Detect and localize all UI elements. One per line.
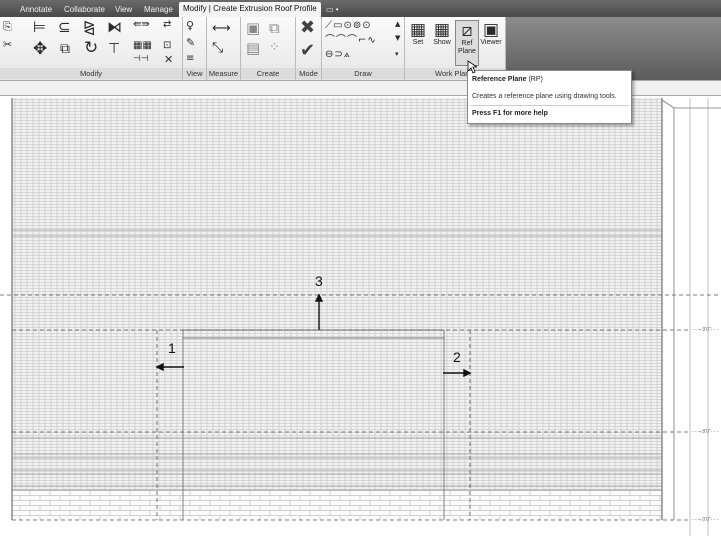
viewer-icon: ▣ [482, 20, 500, 40]
rotate-icon[interactable]: ↻ [84, 40, 98, 57]
tooltip-shortcut: (RP) [528, 76, 543, 83]
panel-label-create: Create [241, 68, 295, 79]
draw-arc-icons[interactable]: ⌒⌒⌒⌐∿ [325, 36, 377, 46]
trim-extend-icon[interactable]: ⊤ [108, 42, 120, 56]
draw-expand-icon[interactable]: ▾ [395, 51, 399, 58]
scale-icon[interactable]: ⊡ [163, 41, 171, 51]
mouse-cursor-icon [467, 60, 477, 74]
tab-view[interactable]: View [111, 3, 136, 17]
tab-manage[interactable]: Manage [140, 3, 177, 17]
draw-scroll-up-icon[interactable]: ▲ [395, 21, 400, 28]
panel-create: ▣ ⧉ ▤ ⁘ Create [241, 17, 296, 80]
align-icon[interactable]: ⊨ [33, 20, 46, 35]
callout-3: 3 [315, 273, 323, 289]
panel-label-mode: Mode [296, 68, 321, 79]
linework-icon[interactable]: ≡ [186, 54, 194, 64]
paste-icon[interactable]: ⎘ [3, 21, 12, 32]
elevation-drawing: 1 2 3 - - ¬ 9'0"- - - - - ¬ 8'0"- - - - … [0, 98, 721, 536]
panel-modify: ⎘ ✂ ⊨ ⊆ ⧎ ⧑ ⇚⇛ ⇄ ✥ ⧉ ↻ ⊤ ▦▦ ⊡ ⊣⊣ ✕ Modif… [0, 17, 183, 80]
close-icon[interactable]: ✖ [300, 19, 315, 37]
panel-draw: ⟋▭⊙⊚⊙ ⌒⌒⌒⌐∿ ⊖⊃⟑ ▲ ▼ ▾ Draw [322, 17, 405, 80]
tooltip-divider [470, 105, 629, 106]
panel-view: ♀ ✎ ≡ View [183, 17, 207, 80]
wall-hatch [12, 98, 662, 490]
draw-scroll-down-icon[interactable]: ▼ [395, 35, 400, 42]
tab-modify-create-extrusion-roof-profile[interactable]: Modify | Create Extrusion Roof Profile [179, 2, 321, 17]
set-work-plane-button[interactable]: ▦ Set [407, 20, 429, 64]
draw-line-rect-polygon-icons[interactable]: ⟋▭⊙⊚⊙ [325, 21, 372, 31]
draw-ellipse-pick-icons[interactable]: ⊖⊃⟑ [325, 50, 351, 60]
panel-mode: ✖ ✔ Mode [296, 17, 322, 80]
foundation-hatch [12, 490, 662, 520]
level-tag-middle: - - ¬ 8'0"- - - [692, 429, 719, 435]
cut-icon[interactable]: ✂ [3, 39, 12, 50]
drawing-canvas[interactable]: 1 2 3 - - ¬ 9'0"- - - - - ¬ 8'0"- - - - … [0, 96, 721, 536]
dimension-icon[interactable]: ⤡ [212, 41, 223, 55]
viewer-button[interactable]: ▣ Viewer [479, 20, 503, 64]
ribbon-tab-bar: Annotate Collaborate View Manage Modify … [0, 0, 721, 17]
ref-plane-tooltip: Reference Plane (RP) Creates a reference… [467, 70, 632, 124]
tab-options-toggle[interactable]: ▭ • [322, 3, 343, 17]
panel-measure: ⟷ ⤡ Measure [207, 17, 241, 80]
panel-label-view: View [183, 68, 206, 79]
callout-2: 2 [453, 349, 461, 365]
create-similar-icon[interactable]: ▤ [246, 41, 260, 56]
tooltip-help: Press F1 for more help [472, 110, 548, 117]
mirror-axis-icon[interactable]: ⧎ [83, 20, 96, 35]
tooltip-description: Creates a reference plane using drawing … [472, 93, 617, 100]
copy-icon[interactable]: ⧉ [60, 42, 70, 56]
panel-label-draw: Draw [322, 68, 404, 79]
check-icon[interactable]: ✔ [300, 42, 315, 60]
level-tag-upper: - - ¬ 9'0"- - - [692, 327, 719, 333]
pin-icon[interactable]: ⊣⊣ [133, 55, 149, 64]
grid-plane-icon: ▦ [409, 20, 427, 40]
pencil-icon[interactable]: ✎ [186, 37, 195, 48]
move-icon[interactable]: ✥ [33, 41, 47, 58]
parts-icon[interactable]: ⁘ [269, 41, 280, 54]
light-bulb-icon[interactable]: ♀ [186, 20, 194, 31]
show-plane-icon: ▦ [433, 20, 451, 40]
split-gap-icon[interactable]: ⇄ [163, 20, 171, 30]
roof-edge [661, 99, 721, 520]
callout-1: 1 [168, 340, 176, 356]
tooltip-title: Reference Plane [472, 76, 527, 83]
show-work-plane-button[interactable]: ▦ Show [431, 20, 453, 64]
offset-icon[interactable]: ⊆ [58, 20, 71, 35]
level-tag-lower: - - ¬ 0'0"- - - [692, 517, 719, 523]
group-icon[interactable]: ⧉ [269, 21, 280, 36]
tab-annotate[interactable]: Annotate [16, 3, 56, 17]
component-icon[interactable]: ▣ [246, 21, 260, 36]
tab-collaborate[interactable]: Collaborate [60, 3, 109, 17]
panel-label-measure: Measure [207, 68, 240, 79]
split-icon[interactable]: ⇚⇛ [133, 20, 150, 30]
mirror-draw-icon[interactable]: ⧑ [107, 20, 122, 35]
ref-plane-icon: ⧄ [461, 21, 473, 41]
delete-icon[interactable]: ✕ [164, 54, 173, 65]
tooltip-title-row: Reference Plane (RP) [472, 76, 543, 83]
panel-label-modify: Modify [0, 68, 182, 79]
measure-icon[interactable]: ⟷ [212, 22, 231, 35]
side-lines [689, 98, 709, 536]
array-icon[interactable]: ▦▦ [133, 41, 152, 51]
